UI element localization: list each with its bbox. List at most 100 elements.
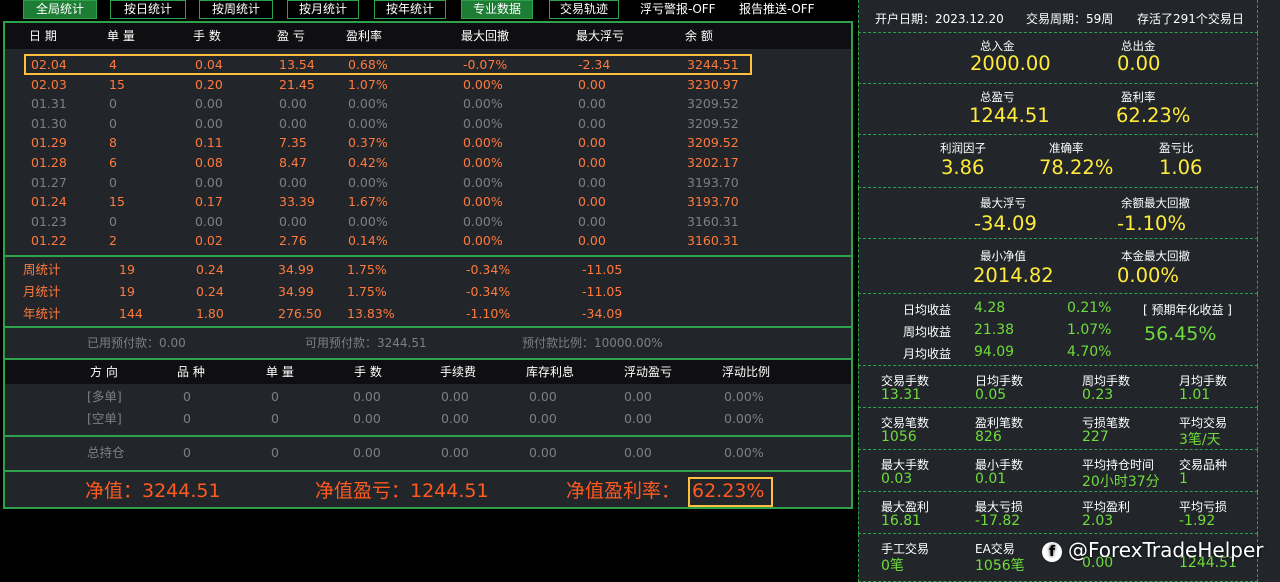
tab-trade-track[interactable]: 交易轨迹 [549, 0, 619, 19]
table-row[interactable]: 02.03 15 0.20 21.45 1.07% 0.00% 0.00 3230.97 [5, 75, 851, 95]
cell-count: 19 [119, 262, 135, 277]
tab-weekly-stats[interactable]: 按周统计 [199, 0, 273, 19]
cell-pnl: 0.00 [279, 115, 307, 131]
cell-pnl: 0.00 [279, 96, 307, 112]
tab-global-stats[interactable]: 全局统计 [23, 0, 97, 19]
table-row[interactable]: 01.23 0 0.00 0.00 0.00% 0.00% 0.00 3160.31 [5, 212, 851, 232]
cell-rate: 1.75% [347, 262, 387, 277]
table-row[interactable]: 01.29 8 0.11 7.35 0.37% 0.00% 0.00 3209.52 [5, 133, 851, 153]
return-amount: 94.09 [974, 344, 1015, 360]
cell-label: 周统计 [23, 262, 61, 277]
metric-value: 1056 [881, 429, 917, 445]
cell-floatratio: 0.00% [724, 411, 764, 426]
cell-balance: 3230.97 [687, 76, 739, 92]
watermark-text: @ForexTradeHelper [1068, 538, 1264, 562]
summary-row: 月统计 19 0.24 34.99 1.75% -0.34% -11.05 [5, 281, 851, 303]
metric-value: -1.92 [1179, 513, 1216, 529]
column-header: 浮动盈亏 [624, 365, 673, 379]
cell-maxdd: 0.00% [463, 155, 503, 170]
cell-rate: 1.75% [347, 284, 387, 299]
cell-pnl: 34.99 [278, 284, 314, 299]
metric-value: 13.31 [881, 387, 922, 403]
cell-count: 2 [109, 233, 117, 249]
table-row[interactable]: 01.27 0 0.00 0.00 0.00% 0.00% 0.00 3193.70 [5, 173, 851, 193]
net-pnl: 净值盈亏：1244.51 [315, 480, 489, 502]
cell-maxdd: 0.00% [463, 213, 503, 229]
cell-count: 0 [109, 96, 117, 112]
metric-value: 0.23 [1082, 387, 1114, 403]
metric-value: 1056笔 [975, 558, 1025, 574]
table-row[interactable]: 01.30 0 0.00 0.00 0.00% 0.00% 0.00 3209.52 [5, 114, 851, 134]
cell-lots: 0.08 [195, 155, 223, 170]
position-row[interactable]: [空单] 0 0 0.00 0.00 0.00 0.00 0.00% [5, 408, 851, 430]
cell-pnl: 33.39 [279, 194, 315, 210]
tab-yearly-stats[interactable]: 按年统计 [374, 0, 446, 19]
cell-lots: 0.00 [195, 96, 223, 112]
account-info-section: 开户日期：2023.12.20 交易周期：59周 存活了291个交易日 [858, 0, 1258, 33]
cell-lots: 0.00 [353, 445, 381, 460]
cell-lots: 1.80 [196, 306, 224, 321]
cell-pnl: 34.99 [278, 262, 314, 277]
cell-maxfloat: 0.00 [578, 213, 606, 229]
profit-factor-value: 3.86 [941, 156, 985, 179]
table-row[interactable]: 01.24 15 0.17 33.39 1.67% 0.00% 0.00 3193.70 [5, 192, 851, 212]
cell-maxdd: 0.00% [463, 194, 503, 210]
cell-floatratio: 0.00% [724, 445, 764, 460]
column-header: 盈 亏 [277, 29, 305, 43]
column-header: 手续费 [440, 365, 477, 379]
metric-value: 3笔/天 [1179, 432, 1221, 448]
facebook-icon: f [1042, 541, 1062, 562]
account-summary-panel: 开户日期：2023.12.20 交易周期：59周 存活了291个交易日 总入金 … [858, 0, 1280, 582]
report-push-toggle[interactable]: 报告推送-OFF [739, 0, 815, 19]
metric-value: 1 [1179, 471, 1188, 487]
position-total: 总持仓 0 0 0.00 0.00 0.00 0.00 0.00% [5, 442, 851, 464]
cell-pnl: 7.35 [279, 135, 307, 151]
max-float-loss-value: -34.09 [974, 212, 1037, 235]
position-row[interactable]: [多单] 0 0 0.00 0.00 0.00 0.00 0.00% [5, 386, 851, 408]
cell-date: 01.29 [31, 135, 67, 151]
cell-count: 0 [109, 174, 117, 190]
tab-daily-stats[interactable]: 按日统计 [110, 0, 186, 19]
column-header: 单 量 [107, 29, 135, 43]
cell-date: 01.28 [31, 155, 67, 170]
column-header: 日 期 [29, 29, 57, 43]
float-alert-toggle[interactable]: 浮亏警报-OFF [640, 0, 716, 19]
max-float-loss-label: 最大浮亏 [980, 196, 1026, 210]
table-row[interactable]: 01.22 2 0.02 2.76 0.14% 0.00% 0.00 3160.31 [5, 231, 851, 251]
profit-rate-value: 62.23% [1116, 104, 1191, 127]
cell-label: 月统计 [23, 284, 61, 299]
return-pct: 1.07% [1067, 322, 1112, 338]
metrics-row: 最大盈利 16.81 最大亏损 -17.82 平均盈利 2.03 平均亏损 -1.92 [858, 492, 1258, 534]
table-row[interactable]: 01.31 0 0.00 0.00 0.00% 0.00% 0.00 3209.52 [5, 94, 851, 114]
prepay-used: 已用预付款：0.00 [87, 336, 186, 350]
cell-balance: 3160.31 [687, 233, 739, 249]
cell-maxfloat: 0.00 [578, 155, 606, 170]
cell-fee: 0.00 [441, 411, 469, 426]
column-header: 单 量 [266, 365, 294, 379]
min-net-label: 最小净值 [980, 249, 1026, 263]
tab-bar: 全局统计 按日统计 按周统计 按月统计 按年统计 专业数据 交易轨迹 浮亏警报-… [0, 0, 850, 20]
cell-count: 0 [109, 115, 117, 131]
daily-table-header: 日 期 单 量 手 数 盈 亏 盈利率 最大回撤 最大浮亏 余 额 [5, 23, 851, 49]
balance-drawdown-value: -1.10% [1117, 212, 1186, 235]
total-pnl-label: 总盈亏 [980, 90, 1015, 104]
cell-count: 0 [271, 389, 279, 404]
metric-value: 0笔 [881, 558, 904, 574]
returns-section: 日均收益 4.28 0.21% 周均收益 21.38 1.07% 月均收益 94… [858, 294, 1258, 366]
tab-monthly-stats[interactable]: 按月统计 [287, 0, 359, 19]
trade-cycle: 交易周期：59周 [1026, 12, 1114, 26]
deposit-value: 2000.00 [970, 52, 1051, 75]
cell-rate: 0.14% [348, 233, 388, 249]
cell-rate: 0.37% [348, 135, 388, 151]
cell-maxfloat: 0.00 [578, 96, 606, 112]
tab-pro-data[interactable]: 专业数据 [461, 0, 533, 19]
cell-swap: 0.00 [529, 411, 557, 426]
return-amount: 4.28 [974, 300, 1006, 316]
cell-maxfloat: 0.00 [578, 174, 606, 190]
cell-maxfloat: 0.00 [578, 115, 606, 131]
cell-lots: 0.17 [195, 194, 223, 210]
table-row[interactable]: 01.28 6 0.08 8.47 0.42% 0.00% 0.00 3202.17 [5, 153, 851, 173]
pnl-section: 总盈亏 1244.51 盈利率 62.23% [858, 84, 1258, 135]
cell-maxfloat: 0.00 [578, 135, 606, 151]
metric-value: 826 [975, 429, 1002, 445]
